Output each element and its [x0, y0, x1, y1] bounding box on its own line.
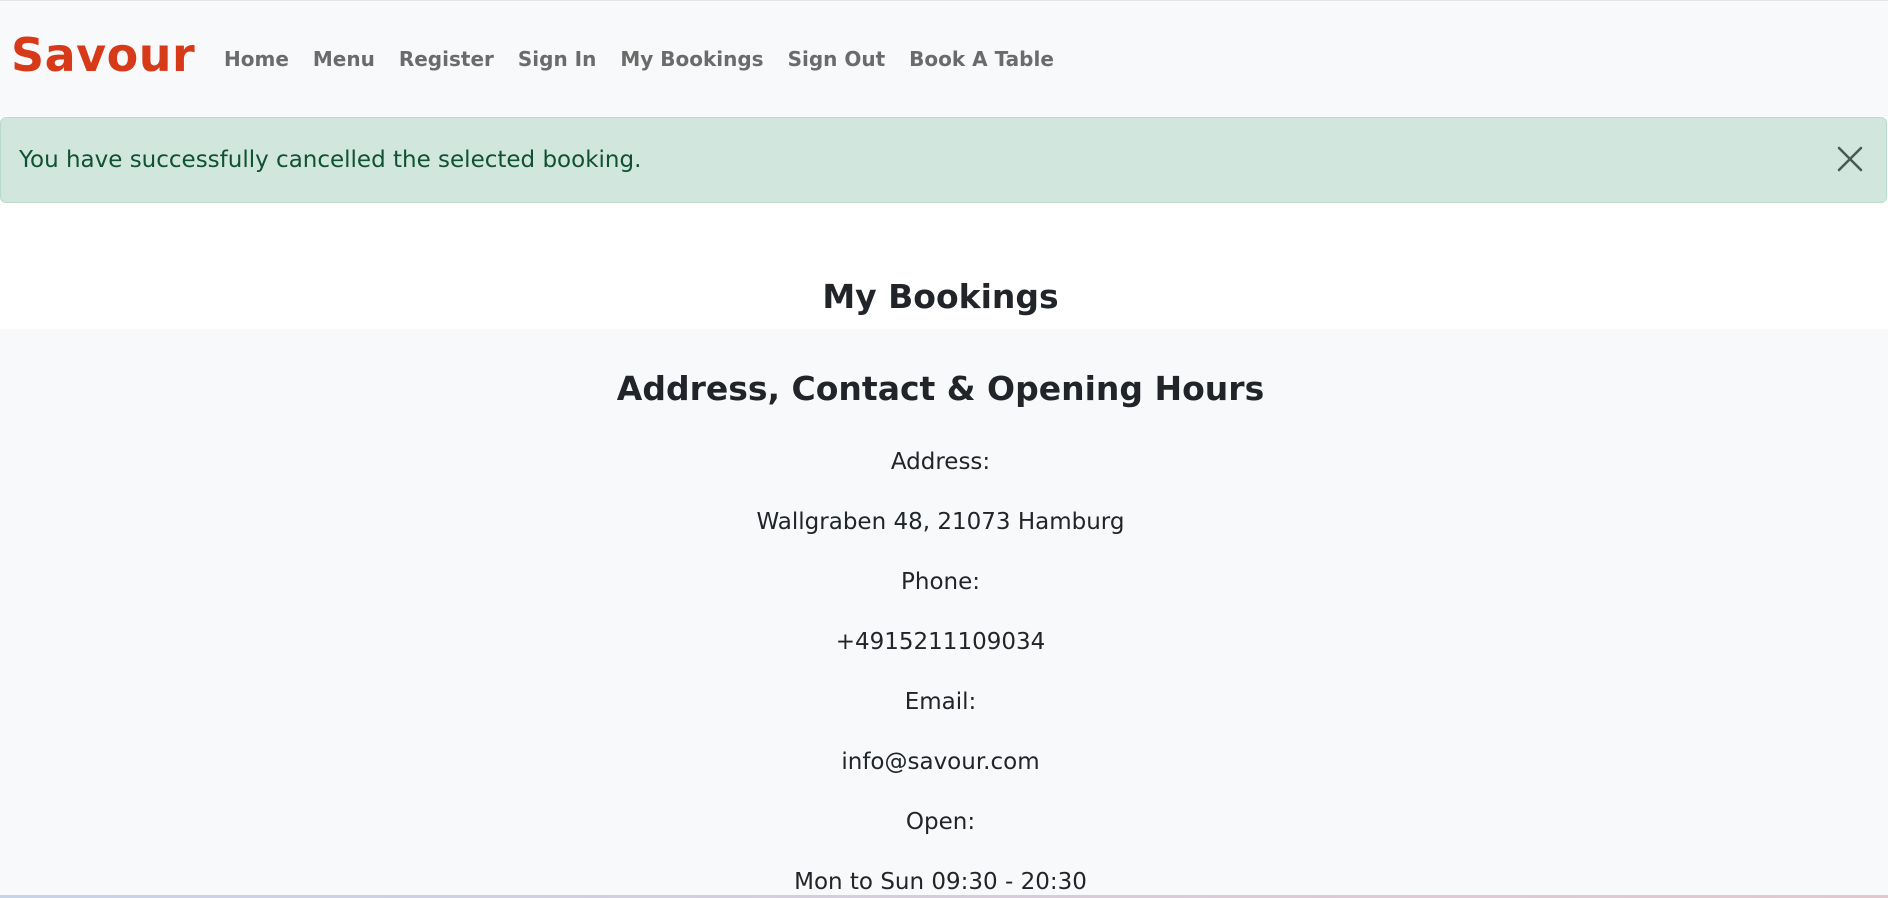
address-label: Address: — [890, 449, 991, 475]
nav-link-my-bookings[interactable]: My Bookings — [620, 45, 763, 73]
nav-link-sign-in[interactable]: Sign In — [518, 45, 596, 73]
email-label: Email: — [904, 689, 977, 715]
email-value: info@savour.com — [841, 749, 1040, 775]
nav-link-book-a-table[interactable]: Book A Table — [909, 45, 1054, 73]
phone-value: +4915211109034 — [835, 629, 1046, 655]
footer-title: Address, Contact & Opening Hours — [616, 369, 1265, 408]
close-icon[interactable] — [1834, 143, 1866, 175]
phone-label: Phone: — [901, 569, 980, 595]
nav-link-sign-out[interactable]: Sign Out — [788, 45, 886, 73]
nav-links: Home Menu Register Sign In My Bookings S… — [224, 45, 1078, 73]
nav-link-home[interactable]: Home — [224, 45, 289, 73]
nav-link-menu[interactable]: Menu — [313, 45, 375, 73]
page-title: My Bookings — [822, 277, 1059, 316]
open-label: Open: — [905, 809, 976, 835]
navbar: Savour Home Menu Register Sign In My Boo… — [0, 0, 1888, 116]
success-alert: You have successfully cancelled the sele… — [0, 117, 1887, 203]
open-value: Mon to Sun 09:30 - 20:30 — [794, 869, 1087, 895]
brand-logo[interactable]: Savour — [11, 25, 195, 85]
address-value: Wallgraben 48, 21073 Hamburg — [756, 509, 1125, 535]
nav-link-register[interactable]: Register — [399, 45, 494, 73]
alert-message: You have successfully cancelled the sele… — [19, 147, 642, 173]
footer: Address, Contact & Opening Hours Address… — [0, 329, 1888, 898]
